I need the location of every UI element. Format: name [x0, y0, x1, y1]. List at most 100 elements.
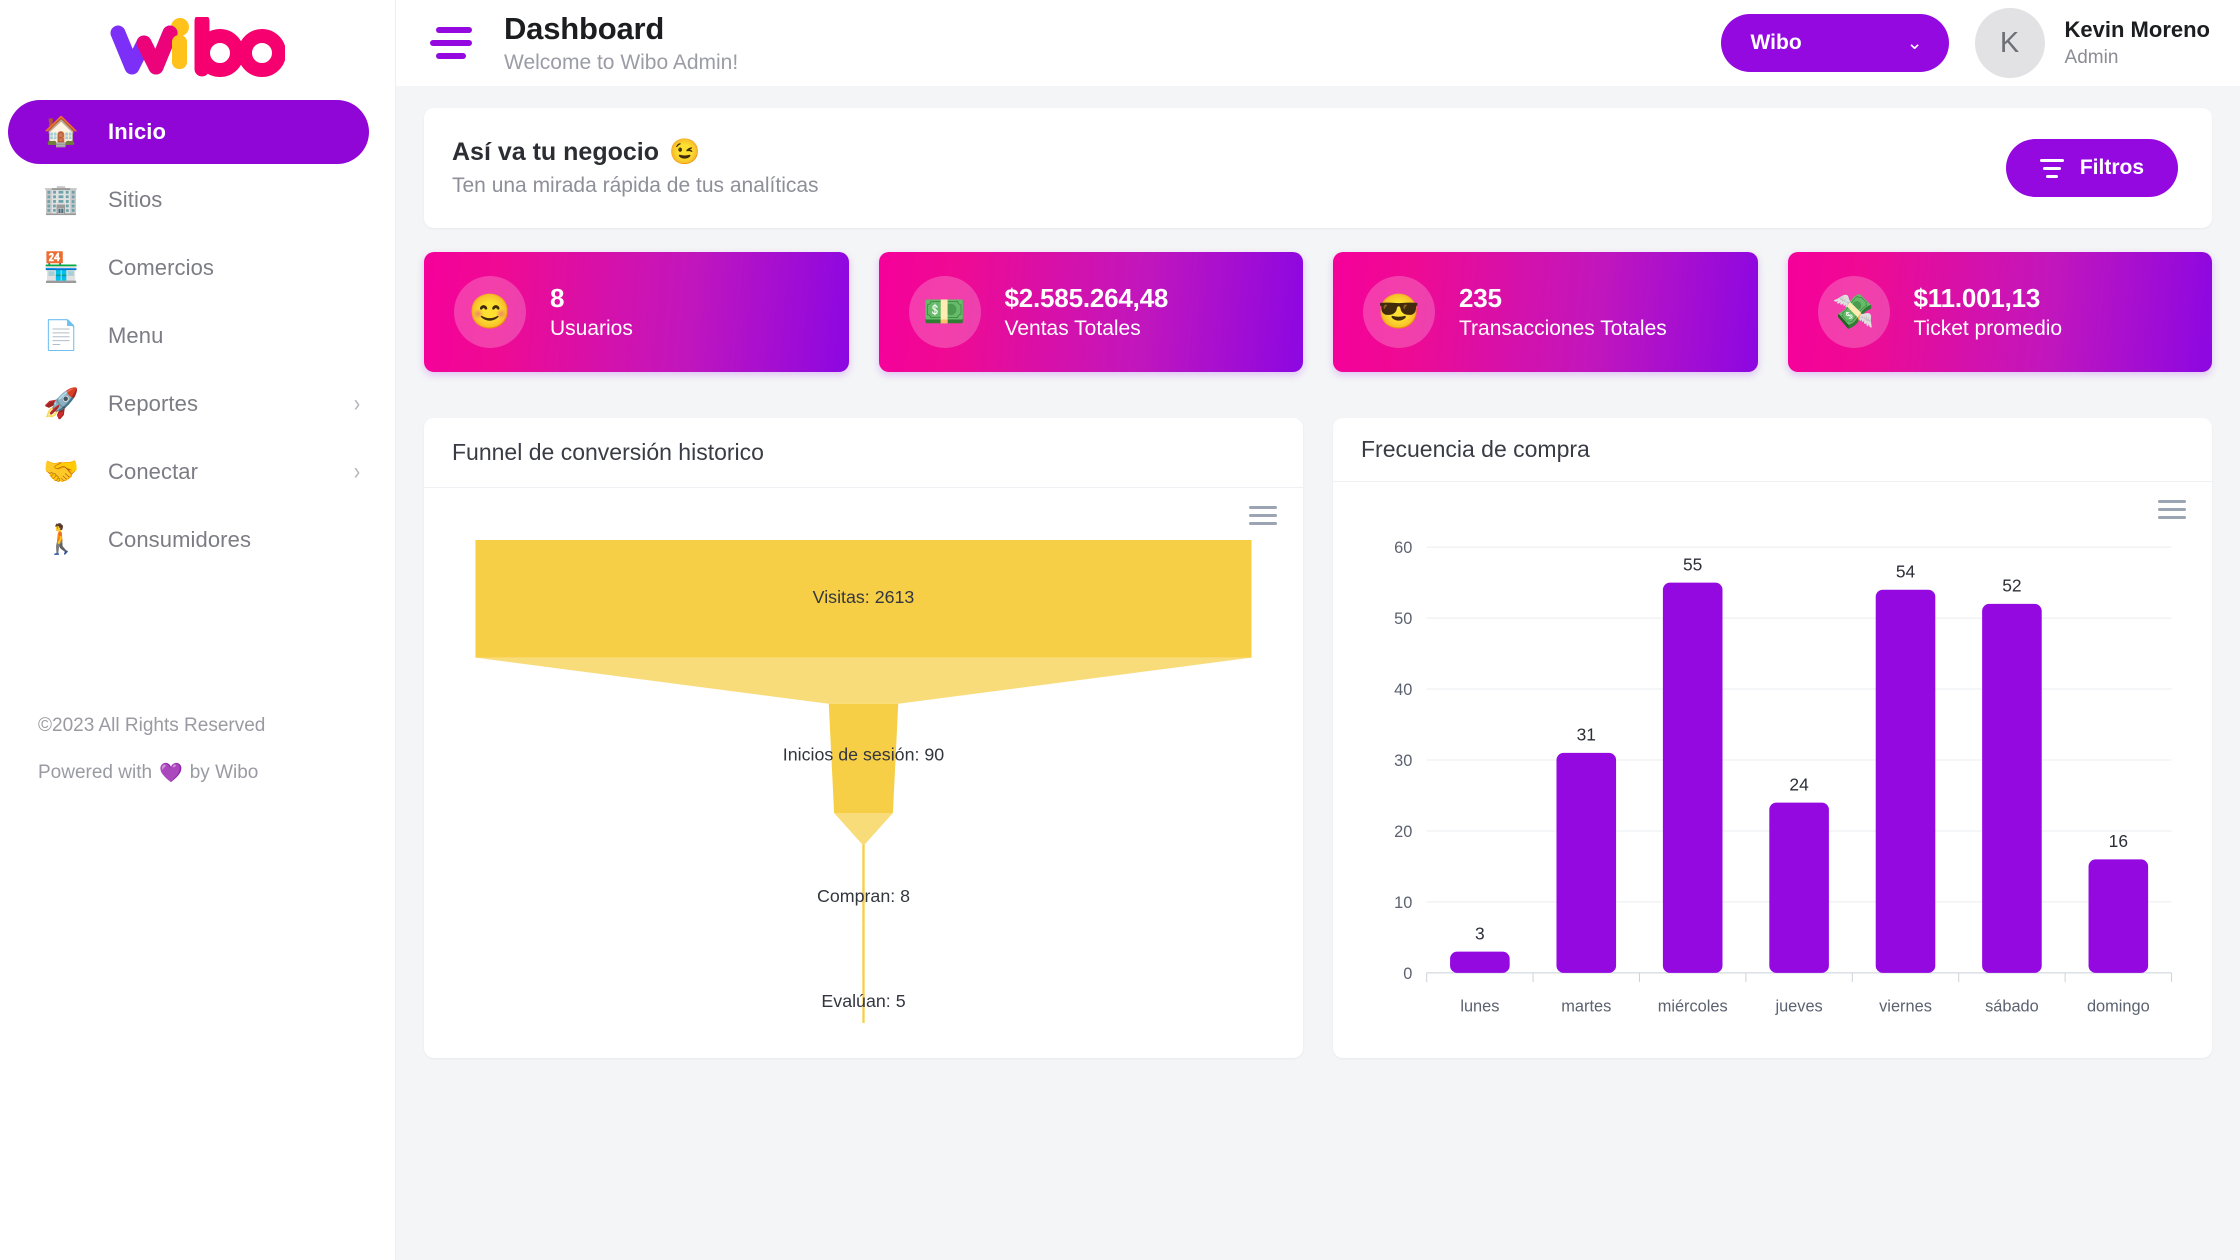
- sidebar-item-label: Inicio: [108, 119, 167, 144]
- kpi-text: 235 Transacciones Totales: [1459, 283, 1667, 341]
- house-icon: 🏠: [42, 115, 80, 148]
- svg-text:jueves: jueves: [1774, 997, 1822, 1015]
- sidebar-item-conectar[interactable]: 🤝 Conectar ›: [8, 440, 383, 504]
- kpi-label: Usuarios: [550, 317, 633, 341]
- svg-text:miércoles: miércoles: [1658, 997, 1728, 1015]
- sidebar-item-consumidores[interactable]: 🚶 Consumidores: [8, 508, 383, 572]
- walking-person-icon: 🚶: [42, 523, 80, 556]
- svg-text:sábado: sábado: [1985, 997, 2039, 1015]
- banner-title-row: Así va tu negocio 😉: [452, 138, 819, 167]
- kpi-text: $11.001,13 Ticket promedio: [1914, 283, 2063, 341]
- sidebar-item-sitios[interactable]: 🏢 Sitios: [8, 168, 383, 232]
- kpi-value: $11.001,13: [1913, 282, 2041, 313]
- kpi-value: $2.585.264,48: [1004, 282, 1169, 313]
- export-menu-icon[interactable]: [1249, 506, 1277, 525]
- sidebar-item-label: Conectar: [108, 459, 199, 484]
- svg-text:24: 24: [1789, 774, 1809, 794]
- org-select-dropdown[interactable]: Wibo ⌄: [1720, 14, 1949, 72]
- svg-text:domingo: domingo: [2087, 997, 2150, 1015]
- sidebar-item-menu[interactable]: 📄 Menu: [8, 304, 383, 368]
- hamburger-menu-icon[interactable]: [426, 27, 472, 59]
- svg-text:Visitas: 2613: Visitas: 2613: [813, 587, 915, 607]
- sunglasses-face-icon: 😎: [1363, 276, 1435, 348]
- svg-text:30: 30: [1394, 752, 1412, 770]
- kpi-text: $2.585.264,48 Ventas Totales: [1005, 283, 1169, 341]
- svg-text:16: 16: [2109, 831, 2128, 851]
- sidebar-item-label: Reportes: [108, 391, 199, 416]
- kpi-card-ventas-totales[interactable]: 💵 $2.585.264,48 Ventas Totales: [878, 252, 1303, 372]
- svg-text:50: 50: [1394, 610, 1412, 628]
- svg-text:Compran: 8: Compran: 8: [817, 886, 910, 906]
- filter-lines-icon: [2039, 158, 2064, 178]
- office-building-icon: 🏢: [42, 183, 80, 216]
- sidebar: 🏠 Inicio 🏢 Sitios 🏪 Comercios 📄 Menu 🚀 R…: [0, 0, 396, 1260]
- topbar: Dashboard Welcome to Wibo Admin! Wibo ⌄ …: [396, 0, 2240, 86]
- svg-text:0: 0: [1403, 965, 1412, 983]
- sidebar-item-label: Menu: [108, 323, 164, 348]
- page-subtitle: Welcome to Wibo Admin!: [504, 51, 739, 75]
- user-name: Kevin Moreno: [2064, 17, 2210, 43]
- kpi-label: Ticket promedio: [1913, 317, 2063, 341]
- svg-text:60: 60: [1394, 539, 1412, 557]
- main-area: Dashboard Welcome to Wibo Admin! Wibo ⌄ …: [396, 0, 2240, 1260]
- kpi-label: Ventas Totales: [1004, 317, 1141, 341]
- rocket-icon: 🚀: [42, 387, 80, 420]
- handshake-icon: 🤝: [42, 455, 80, 488]
- svg-text:31: 31: [1577, 724, 1596, 744]
- filters-button[interactable]: Filtros: [2005, 139, 2178, 197]
- funnel-chart-card: Funnel de conversión historico Visitas: …: [424, 418, 1303, 1058]
- export-menu-icon[interactable]: [2158, 499, 2186, 519]
- sidebar-footer: ©2023 All Rights Reserved Powered with 💜…: [0, 715, 395, 785]
- svg-text:40: 40: [1394, 681, 1412, 699]
- dashboard-app: 🏠 Inicio 🏢 Sitios 🏪 Comercios 📄 Menu 🚀 R…: [0, 0, 2240, 1260]
- svg-text:Evalúan: 5: Evalúan: 5: [821, 991, 905, 1011]
- svg-text:52: 52: [2002, 575, 2021, 595]
- money-with-wings-icon: 💸: [1817, 276, 1890, 348]
- smiling-face-icon: 😊: [454, 276, 526, 348]
- kpi-value: 235: [1459, 282, 1502, 313]
- svg-text:lunes: lunes: [1460, 997, 1499, 1015]
- charts-row: Funnel de conversión historico Visitas: …: [424, 418, 2212, 1058]
- svg-text:3: 3: [1475, 923, 1485, 943]
- kpi-text: 8 Usuarios: [550, 283, 633, 341]
- sidebar-item-inicio[interactable]: 🏠 Inicio: [8, 100, 369, 164]
- analytics-banner: Así va tu negocio 😉 Ten una mirada rápid…: [424, 108, 2212, 228]
- brand-logo[interactable]: [0, 0, 395, 96]
- sidebar-item-reportes[interactable]: 🚀 Reportes ›: [8, 372, 383, 436]
- kpi-card-usuarios[interactable]: 😊 8 Usuarios: [424, 252, 849, 372]
- user-role: Admin: [2064, 46, 2119, 68]
- kpi-value: 8: [550, 282, 565, 313]
- filters-button-label: Filtros: [2079, 156, 2144, 179]
- kpi-card-ticket-promedio[interactable]: 💸 $11.001,13 Ticket promedio: [1787, 252, 2212, 372]
- purple-heart-icon: 💜: [159, 763, 183, 784]
- kpi-row: 😊 8 Usuarios 💵 $2.585.264,48 Ventas Tota…: [424, 252, 2212, 372]
- sidebar-item-comercios[interactable]: 🏪 Comercios: [8, 236, 383, 300]
- svg-text:55: 55: [1683, 554, 1702, 574]
- banner-title: Así va tu negocio: [452, 138, 659, 166]
- svg-text:viernes: viernes: [1879, 997, 1932, 1015]
- sidebar-item-label: Consumidores: [108, 527, 252, 552]
- funnel-chart-body: Visitas: 2613 Inicios de sesión: 90 Compra…: [424, 488, 1303, 1058]
- topbar-right: Wibo ⌄ K Kevin Moreno Admin: [1720, 8, 2218, 78]
- chevron-right-icon: ›: [353, 458, 361, 485]
- svg-text:Inicios de sesión: 90: Inicios de sesión: 90: [783, 744, 945, 764]
- svg-text:20: 20: [1394, 823, 1412, 841]
- banner-subtitle: Ten una mirada rápida de tus analíticas: [452, 174, 819, 197]
- kpi-card-transacciones-totales[interactable]: 😎 235 Transacciones Totales: [1333, 252, 1758, 372]
- user-menu[interactable]: K Kevin Moreno Admin: [1974, 8, 2218, 78]
- sidebar-item-label: Sitios: [108, 187, 163, 212]
- svg-text:martes: martes: [1561, 997, 1611, 1015]
- bar-chart-body: 0 10 20 30 40 50 60 3 31 55 24 54 52 16 lunes martes m…: [1333, 482, 2212, 1059]
- convenience-store-icon: 🏪: [42, 251, 80, 284]
- page-document-icon: 📄: [42, 319, 80, 352]
- funnel-chart-title: Funnel de conversión historico: [424, 418, 1303, 488]
- kpi-label: Transacciones Totales: [1459, 317, 1667, 341]
- chevron-right-icon: ›: [353, 390, 361, 417]
- powered-by-text: Powered with 💜 by Wibo: [38, 761, 395, 785]
- powered-suffix: by Wibo: [189, 762, 259, 783]
- avatar: K: [1974, 8, 2045, 78]
- svg-text:10: 10: [1394, 894, 1412, 912]
- page-title: Dashboard: [504, 10, 665, 46]
- dollar-banknote-icon: 💵: [908, 276, 981, 348]
- funnel-chart-plot: Visitas: 2613 Inicios de sesión: 90 Compra…: [475, 540, 1252, 1023]
